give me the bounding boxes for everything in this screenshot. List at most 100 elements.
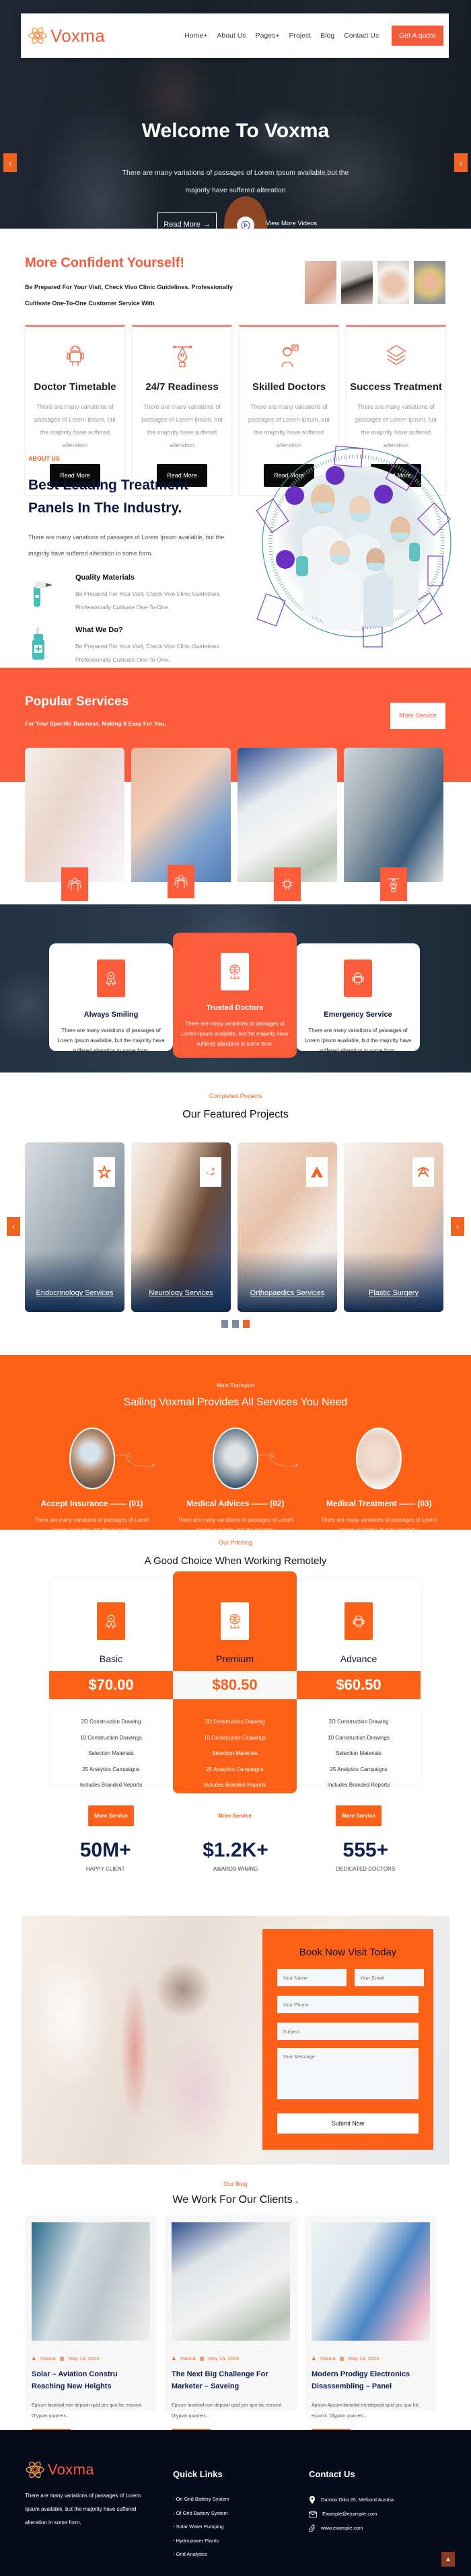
logo[interactable]: Voxma [28,26,105,46]
highlight-title: Always Smiling [83,1011,139,1019]
nav-pages[interactable]: Pages+ [251,32,285,40]
triangle-logo-icon [311,1167,323,1177]
name-input[interactable] [277,1969,347,1986]
footer-link[interactable]: - Grid Analytics [173,2548,309,2562]
hero-section: Voxma Home+ About Us Pages+ Project Blog… [0,0,471,229]
hero-read-more-button[interactable]: Read More → [157,212,217,229]
blog-image[interactable] [172,2222,290,2341]
blog-image[interactable] [32,2222,150,2341]
more-service-button[interactable]: More Service [88,1805,134,1826]
blog-author[interactable]: Voxma [40,2355,56,2362]
footer-contact: Contact Us Dambo Dika 20, Melbord Austri… [309,2460,395,2576]
project-card[interactable]: Endocrinology Services [25,1142,124,1312]
services-process-section: Main Transport Sailing Voxmal Provides A… [0,1355,471,1533]
plan-feature: 25 Analytics Campaigns [82,1766,140,1772]
carousel-dot[interactable] [221,1320,228,1328]
icon-badge [97,1602,125,1640]
feature-card-title: Success Treatment [350,381,442,393]
android-icon [353,1615,365,1628]
project-link[interactable]: Neurology Services [131,1289,231,1297]
project-card[interactable]: Orthopaedics Services [238,1142,337,1312]
footer-link[interactable]: - Of Grid Battery System [173,2507,309,2521]
nav-contact-us[interactable]: Contact Us [339,32,384,40]
blog-post-title[interactable]: Solar – Aviation Constru Reaching New He… [32,2368,150,2392]
plan-feature: Includes Branded Reports [203,1782,266,1788]
plan-price: $60.50 [297,1671,421,1699]
view-more-videos-link[interactable]: View More Videos [266,220,317,227]
project-cards: Endocrinology Services Neurology Service… [25,1142,443,1312]
footer-logo[interactable]: Voxma [25,2460,173,2480]
nav-home[interactable]: Home+ [180,32,212,40]
chevron-left-icon: ‹ [8,157,12,168]
calendar-icon: ▦ [59,2355,65,2362]
email-link[interactable]: Example@example.com [322,2507,377,2521]
hero-next-arrow[interactable]: › [454,153,468,172]
project-card[interactable]: Plastic Surgery [344,1142,443,1312]
icon-badge [221,1602,249,1640]
blog-author[interactable]: Voxma [180,2355,196,2362]
blog-date: May 15, 2023 [68,2355,100,2362]
project-link[interactable]: Orthopaedics Services [238,1289,337,1297]
carousel-dot[interactable] [232,1320,239,1328]
scroll-to-top-button[interactable]: ▲ [441,2552,455,2567]
projects-prev-arrow[interactable]: ‹ [7,1217,20,1236]
globe-team-icon [229,1614,240,1629]
blog-meta: ♟ Voxma ▦ May 15, 2023 [172,2355,290,2362]
plan-feature: Selection Materials [88,1750,134,1756]
footer-link[interactable]: - Hydropower Plants [173,2534,309,2548]
plan-feature: 25 Analytics Campaigns [330,1766,388,1772]
service-icon-badge [61,867,88,901]
confident-subtitle: Be Prepared For Your Visit, Check Vivo C… [25,284,233,307]
footer-link[interactable]: - Solar Water Pumping [173,2520,309,2534]
more-service-button[interactable]: More Service [212,1805,258,1826]
process-eyebrow: Main Transport [216,1382,255,1389]
chevron-right-icon: › [456,1222,459,1231]
highlight-title: Trusted Doctors [206,1004,264,1012]
footer-about: Voxma There are many variations of passa… [25,2460,173,2576]
website-link[interactable]: www.example.com [321,2521,363,2535]
footer-link[interactable]: - On Grid Battery System [173,2493,309,2507]
more-service-button[interactable]: More Service [336,1805,382,1826]
confident-section: More Confident Yourself! Be Prepared For… [0,229,471,496]
pricing-table: Basic $70.00 2D Construction Drawing 10 … [49,1571,421,1826]
projects-section: Completed Projects Our Featured Projects… [0,1072,471,1312]
stat-value: $1.2K+ [203,1839,268,1861]
plan-name: Premium [215,1653,254,1664]
award-ribbon-icon [106,1614,116,1629]
project-card[interactable]: Neurology Services [131,1142,231,1312]
hero-prev-arrow[interactable]: ‹ [3,153,17,172]
projects-next-arrow[interactable]: › [451,1217,464,1236]
quick-links-title: Quick Links [173,2469,223,2479]
phone-input[interactable] [277,1996,419,2013]
logo-text: Voxma [50,25,105,46]
blog-date: May 15, 2023 [208,2355,240,2362]
carousel-dot-active[interactable] [243,1320,250,1328]
message-textarea[interactable] [277,2048,419,2099]
get-quote-button[interactable]: Get A quote [392,26,443,46]
link-icon [309,2524,316,2532]
highlight-text: There are many variations of passages of… [57,1027,165,1054]
nav-project[interactable]: Project [284,32,316,40]
more-service-button[interactable]: More Service [390,703,445,729]
highlight-title: Emergency Service [324,1011,392,1019]
blog-image[interactable] [312,2222,430,2341]
blog-post-title[interactable]: The Next Big Challenge For Marketer – Sa… [172,2368,290,2392]
projects-title: Our Featured Projects [182,1109,289,1120]
stat-value: 555+ [342,1839,389,1861]
projects-carousel-dots [0,1320,471,1328]
blog-card: ♟ Voxma ▦ May 15, 2023 Solar – Aviation Co… [25,2216,157,2447]
plan-feature: Includes Branded Reports [79,1782,143,1788]
nav-about-us[interactable]: About Us [212,32,250,40]
about-description: There are many variations of passages of… [28,534,225,557]
blog-author[interactable]: Voxma [320,2355,336,2362]
subject-input[interactable] [277,2023,419,2040]
email-input[interactable] [355,1969,424,1986]
project-link[interactable]: Endocrinology Services [25,1289,124,1297]
blog-post-title[interactable]: Modern Prodigy Electronics Disassembling… [312,2368,430,2392]
highlight-card: Always Smiling There are many variations… [49,943,173,1054]
project-link[interactable]: Plastic Surgery [344,1289,443,1297]
nav-blog[interactable]: Blog [316,32,339,40]
submit-button[interactable]: Submit Now [277,2113,419,2134]
highlight-card: Emergency Service There are many variati… [296,943,420,1054]
atom-logo-icon [28,26,48,46]
